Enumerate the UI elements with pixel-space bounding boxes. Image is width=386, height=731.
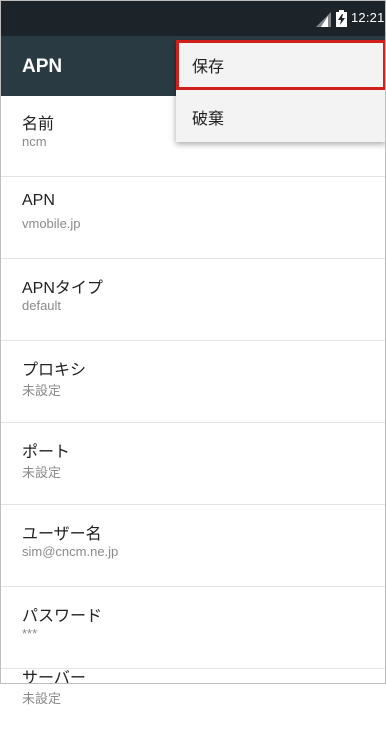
setting-value: 未設定 — [22, 383, 62, 398]
setting-value: 未設定 — [22, 691, 62, 706]
setting-value: default — [22, 298, 62, 313]
setting-label: APNタイプ — [22, 280, 103, 297]
setting-label: ユーザー名 — [22, 526, 102, 543]
setting-label: APN — [22, 192, 55, 209]
setting-label: パスワード — [22, 608, 103, 625]
menu-item-label: 破棄 — [192, 111, 225, 128]
menu-item-label: 保存 — [192, 59, 225, 76]
setting-proxy[interactable]: プロキシ 未設定 — [0, 342, 386, 423]
setting-value: 未設定 — [22, 465, 62, 480]
overflow-menu: 保存 破棄 — [176, 40, 386, 142]
setting-port[interactable]: ポート 未設定 — [0, 424, 386, 505]
cell-signal-icon — [316, 12, 331, 27]
setting-apn-type[interactable]: APNタイプ default — [0, 260, 386, 341]
setting-value: sim@cncm.ne.jp — [22, 544, 119, 559]
setting-username[interactable]: ユーザー名 sim@cncm.ne.jp — [0, 506, 386, 587]
setting-server[interactable]: サーバー 未設定 — [0, 650, 386, 731]
menu-item-discard[interactable]: 破棄 — [176, 92, 386, 142]
status-bar: 12:21 — [0, 0, 386, 36]
setting-value: vmobile.jp — [22, 216, 81, 231]
menu-item-save[interactable]: 保存 — [176, 40, 386, 90]
setting-label: サーバー — [22, 670, 86, 687]
status-time: 12:21 — [351, 10, 385, 25]
setting-label: 名前 — [22, 116, 55, 133]
setting-value: *** — [22, 626, 38, 641]
battery-charging-icon — [336, 10, 347, 27]
page-title: APN — [22, 56, 63, 77]
setting-apn[interactable]: APN vmobile.jp — [0, 178, 386, 259]
setting-value: ncm — [22, 134, 47, 149]
setting-label: ポート — [22, 444, 71, 461]
setting-label: プロキシ — [22, 362, 87, 379]
